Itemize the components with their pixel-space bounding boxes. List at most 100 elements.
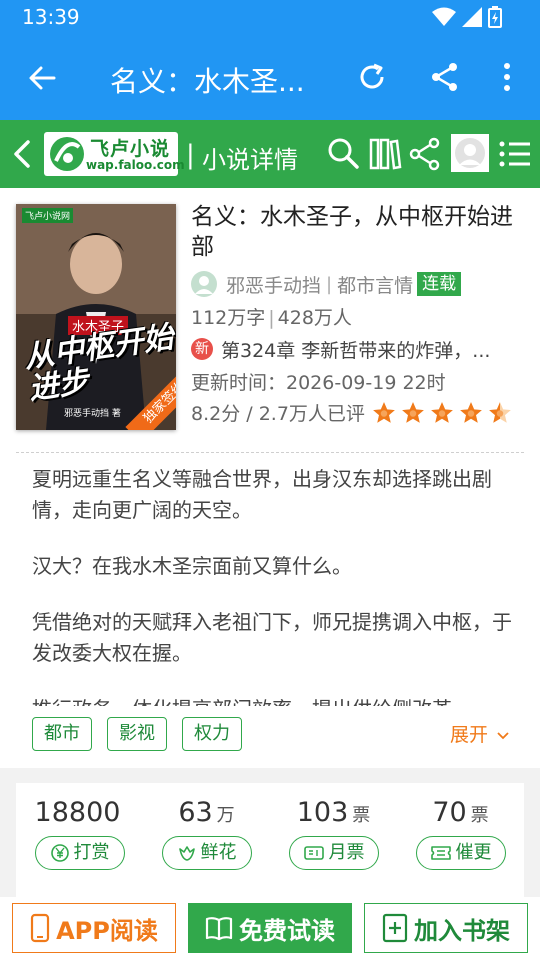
phone-icon — [31, 913, 50, 943]
star-icon — [460, 401, 482, 423]
stat-unit: 票 — [352, 805, 371, 826]
urge-update-button[interactable]: 催更 — [415, 836, 506, 870]
stat-number: 103 — [296, 797, 349, 828]
browser-toolbar: 名义：水木圣... — [0, 36, 540, 120]
book-title: 名义：水木圣子，从中枢开始进部 — [191, 204, 513, 260]
latest-chapter-link[interactable]: 第324章 李新哲带来的炸弹，... — [221, 336, 511, 363]
reward-button[interactable]: 打赏 — [34, 836, 125, 870]
stat-number: 18800 — [34, 797, 121, 828]
book-info-card: 飞卢小说网 水木圣子 从中枢开始进步 邪恶手动挡 著 独家签约 名义：水木圣子，… — [0, 188, 540, 768]
signal-icon — [462, 7, 482, 27]
back-arrow-icon[interactable] — [24, 60, 60, 96]
section-title: 小说详情 — [202, 146, 298, 174]
stat-monthly-ticket: 103 票 月票 — [270, 797, 397, 870]
expand-button[interactable]: 展开 — [450, 720, 510, 747]
page-title: 名义：水木圣... — [110, 65, 305, 98]
divider-line — [16, 452, 524, 453]
status-badge: 连载 — [417, 272, 462, 296]
tag-item[interactable]: 都市 — [32, 717, 92, 751]
support-stats-card: 18800 打赏 63 万 鲜花 103 票 月票 70 票 催更 — [16, 783, 524, 899]
status-bar: 13:39 — [0, 0, 540, 36]
intro-paragraph: 汉大？在我水木圣宗面前又算什么。 — [32, 554, 352, 578]
stat-label: 打赏 — [73, 842, 110, 863]
author-avatar-icon — [191, 271, 217, 297]
user-avatar[interactable] — [451, 134, 489, 172]
share-icon[interactable] — [408, 136, 442, 172]
wifi-icon — [432, 7, 456, 26]
word-count: 112万字 — [191, 307, 266, 329]
open-book-icon — [205, 917, 233, 941]
intro-paragraph: 凭借绝对的天赋拜入老祖门下，师兄提携调入中枢，于发改委大权在握。 — [32, 610, 512, 665]
flower-icon — [178, 846, 195, 861]
intro-paragraph: 推行政务一体化提高部门效率，提出供给侧改革 — [32, 694, 512, 706]
stat-urge-update: 70 票 催更 — [397, 797, 524, 870]
star-icon — [489, 401, 511, 423]
free-trial-button[interactable]: 免费试读 — [188, 903, 352, 953]
rating-stars — [371, 400, 513, 426]
app-read-button[interactable]: APP阅读 — [12, 903, 176, 953]
add-shelf-label: 加入书架 — [414, 916, 510, 945]
rating-row: 8.2分 / 2.7万人已评 — [191, 399, 513, 426]
bottom-action-bar: APP阅读 免费试读 加入书架 — [0, 897, 540, 960]
stat-label: 催更 — [455, 842, 492, 863]
book-cover[interactable]: 飞卢小说网 水木圣子 从中枢开始进步 邪恶手动挡 著 独家签约 — [16, 204, 176, 430]
update-time: 更新时间：2026-09-19 22时 — [191, 372, 446, 394]
latest-chapter-row[interactable]: 新 第324章 李新哲带来的炸弹，... — [191, 335, 511, 363]
rating-text: 8.2分 / 2.7万人已评 — [191, 403, 365, 425]
stat-unit: 票 — [470, 805, 489, 826]
add-book-icon — [382, 913, 408, 943]
book-stats-row: 112万字 | 428万人 — [191, 303, 352, 330]
stat-label: 月票 — [328, 842, 365, 863]
new-badge: 新 — [191, 338, 213, 360]
chevron-down-icon — [497, 732, 509, 740]
header-separator: | — [186, 140, 195, 170]
star-icon — [431, 401, 453, 423]
stat-number: 70 — [432, 797, 467, 828]
cover-author: 邪恶手动挡 著 — [64, 409, 121, 419]
star-icon — [402, 401, 424, 423]
monthly-ticket-button[interactable]: 月票 — [288, 836, 379, 870]
logo-url: wap.faloo.com — [86, 158, 185, 172]
tag-item[interactable]: 权力 — [182, 717, 242, 751]
author-name[interactable]: 邪恶手动挡 — [226, 271, 321, 298]
tag-item[interactable]: 影视 — [107, 717, 167, 751]
more-options-icon[interactable] — [492, 60, 522, 94]
search-icon[interactable] — [326, 136, 360, 170]
ticket-icon — [303, 846, 324, 860]
status-icons — [432, 6, 502, 28]
star-icon — [373, 401, 395, 423]
stat-reward: 18800 打赏 — [16, 797, 143, 870]
add-to-shelf-button[interactable]: 加入书架 — [364, 903, 528, 953]
app-read-label: APP阅读 — [56, 916, 158, 945]
flower-button[interactable]: 鲜花 — [161, 836, 252, 870]
yen-coin-icon — [50, 844, 69, 862]
share-icon[interactable] — [428, 60, 462, 94]
divider: | — [326, 273, 333, 295]
book-intro: 夏明远重生名义等融合世界，出身汉东却选择跳出剧情，走向更广阔的天空。 汉大？在我… — [32, 464, 512, 706]
expand-label: 展开 — [450, 724, 489, 746]
free-trial-label: 免费试读 — [239, 916, 335, 945]
book-category[interactable]: 都市言情 — [337, 271, 413, 298]
stat-unit: 万 — [216, 805, 235, 826]
divider: | — [268, 307, 275, 329]
stat-number: 63 — [178, 797, 213, 828]
menu-list-icon[interactable] — [498, 138, 532, 170]
refresh-icon[interactable] — [355, 60, 389, 94]
avatar-icon — [455, 138, 485, 168]
faloo-logo-mark-icon — [50, 137, 84, 171]
intro-paragraph: 夏明远重生名义等融合世界，出身汉东却选择跳出剧情，走向更广阔的天空。 — [32, 467, 492, 522]
author-row: 邪恶手动挡 | 都市言情 连载 — [191, 270, 462, 298]
battery-icon — [488, 6, 502, 28]
urge-ticket-icon — [430, 846, 451, 860]
site-header: 飞卢小说 wap.faloo.com | 小说详情 — [0, 120, 540, 188]
stat-flowers: 63 万 鲜花 — [143, 797, 270, 870]
tag-list: 都市 影视 权力 — [32, 717, 242, 751]
bookshelf-icon[interactable] — [368, 136, 402, 172]
cover-site-label: 飞卢小说网 — [22, 208, 74, 223]
reader-count: 428万人 — [277, 307, 352, 329]
logo-name: 飞卢小说 — [90, 138, 171, 160]
status-time: 13:39 — [22, 5, 80, 29]
site-logo[interactable]: 飞卢小说 wap.faloo.com — [44, 132, 185, 176]
chevron-left-icon[interactable] — [8, 138, 38, 170]
stat-label: 鲜花 — [200, 842, 237, 863]
